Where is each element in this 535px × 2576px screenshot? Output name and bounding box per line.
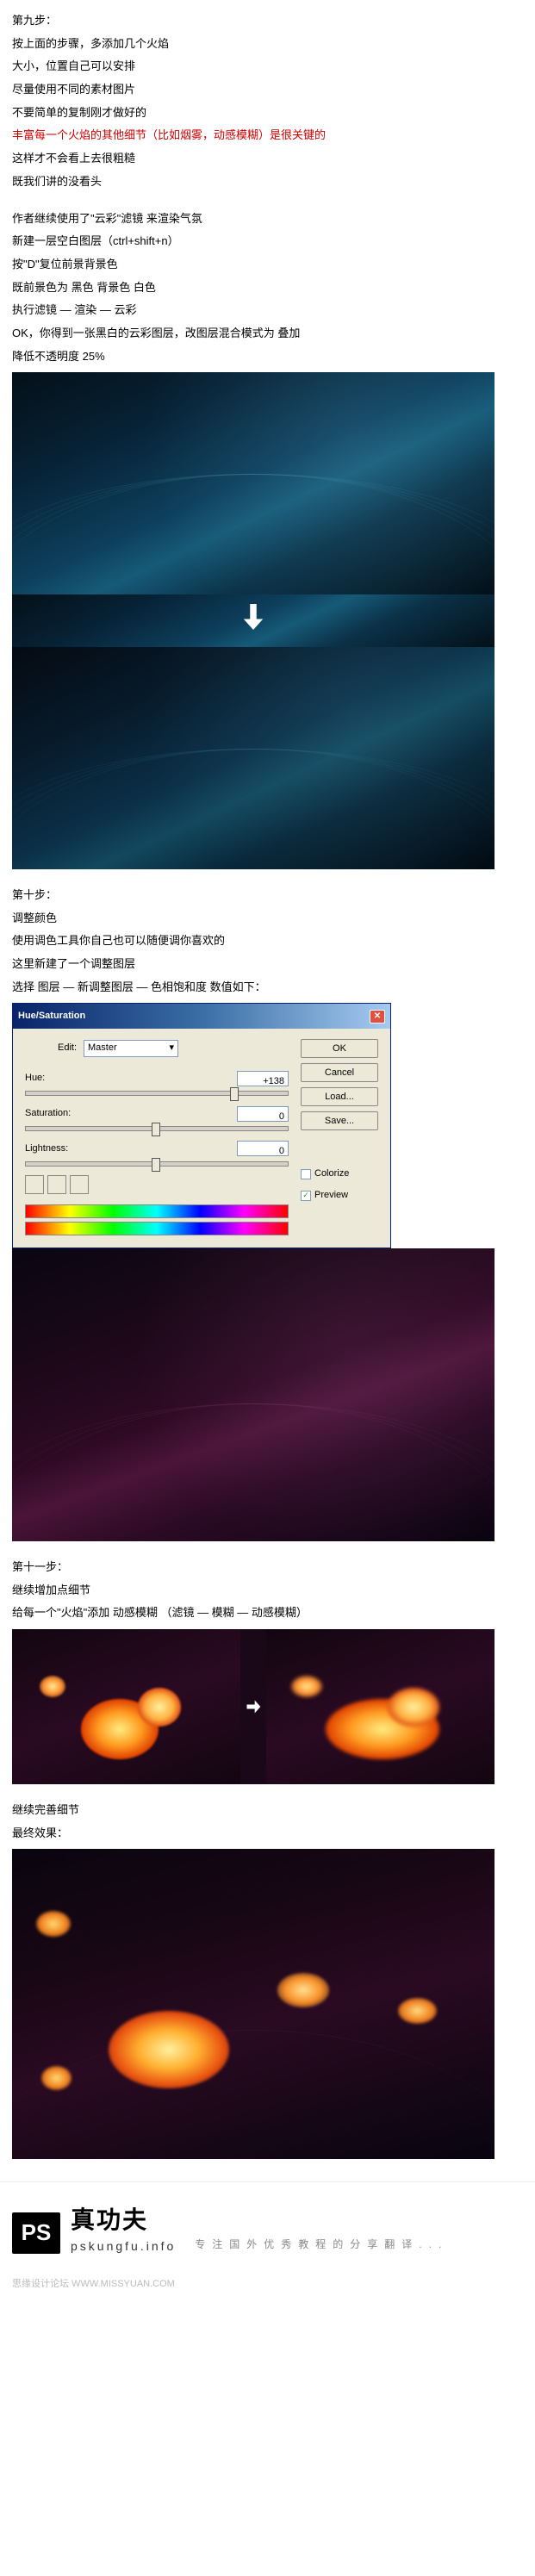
brand-slogan: 专注国外优秀教程的分享翻译... (195, 2235, 448, 2255)
hue-saturation-dialog: Hue/Saturation ✕ Edit: Master ▾ Hue: (12, 1003, 391, 1248)
step10-line: 这里新建了一个调整图层 (12, 954, 523, 975)
saturation-value-input[interactable]: 0 (237, 1106, 289, 1122)
step10-line: 调整颜色 (12, 908, 523, 930)
eyedropper-plus-icon[interactable] (47, 1175, 66, 1194)
eyedropper-minus-icon[interactable] (70, 1175, 89, 1194)
logo-icon: PS (12, 2212, 60, 2254)
lightness-slider[interactable] (25, 1161, 289, 1167)
brand-name: 真功夫 (71, 2208, 176, 2232)
step9-line: 既我们讲的没看头 (12, 171, 523, 193)
step9-para2-line: 执行滤镜 — 渲染 — 云彩 (12, 300, 523, 321)
step9-line: 这样才不会看上去很粗糙 (12, 148, 523, 170)
finish-line: 继续完善细节 (12, 1800, 523, 1821)
arrow-down-icon (12, 594, 495, 647)
step10-line: 选择 图层 — 新调整图层 — 色相饱和度 数值如下： (12, 977, 523, 999)
preview-checkbox[interactable]: ✓ (301, 1191, 311, 1201)
step9-para2-line: OK，你得到一张黑白的云彩图层，改图层混合模式为 叠加 (12, 323, 523, 345)
edit-select-value: Master (88, 1039, 117, 1057)
colorize-checkbox[interactable] (301, 1169, 311, 1179)
lightness-label: Lightness: (25, 1140, 68, 1158)
ok-button[interactable]: OK (301, 1039, 378, 1058)
step11-line: 继续增加点细节 (12, 1580, 523, 1602)
cancel-button[interactable]: Cancel (301, 1063, 378, 1082)
step11-heading: 第十一步： (12, 1557, 523, 1578)
saturation-slider[interactable] (25, 1126, 289, 1131)
hue-gradient-bar (25, 1222, 289, 1235)
step9-line: 大小，位置自己可以安排 (12, 56, 523, 78)
hue-value-input[interactable]: +138 (237, 1071, 289, 1086)
step9-para2-line: 新建一层空白图层（ctrl+shift+n） (12, 231, 523, 252)
saturation-label: Saturation: (25, 1104, 71, 1123)
clouds-before-after-image (12, 372, 523, 869)
finish-line: 最终效果： (12, 1823, 523, 1845)
motion-blur-compare-image (12, 1629, 495, 1784)
color-adjusted-result-image (12, 1248, 495, 1541)
lightness-value-input[interactable]: 0 (237, 1141, 289, 1156)
step9-line: 不要简单的复制刚才做好的 (12, 103, 523, 124)
step9-para2-line: 既前景色为 黑色 背景色 白色 (12, 277, 523, 299)
edit-select[interactable]: Master ▾ (84, 1040, 178, 1057)
hue-saturation-and-result: Hue/Saturation ✕ Edit: Master ▾ Hue: (12, 1003, 495, 1540)
step9-key-line: 丰富每一个火焰的其他细节（比如烟雾，动感模糊）是很关键的 (12, 125, 523, 146)
load-button[interactable]: Load... (301, 1087, 378, 1106)
save-button[interactable]: Save... (301, 1111, 378, 1130)
close-icon[interactable]: ✕ (370, 1010, 385, 1024)
step10-heading: 第十步： (12, 885, 523, 906)
hue-gradient-bar (25, 1204, 289, 1218)
colorize-label: Colorize (314, 1165, 349, 1183)
chevron-down-icon: ▾ (169, 1039, 174, 1057)
step11-line: 给每一个"火焰"添加 动感模糊 （滤镜 — 模糊 — 动感模糊） (12, 1602, 523, 1624)
eyedropper-icon[interactable] (25, 1175, 44, 1194)
step9-para2-line: 降低不透明度 25% (12, 346, 523, 368)
step9-para2-line: 作者继续使用了"云彩"滤镜 来渲染气氛 (12, 208, 523, 230)
step9-heading: 第九步： (12, 10, 523, 32)
step9-line: 尽量使用不同的素材图片 (12, 79, 523, 101)
brand-url: pskungfu.info (71, 2235, 176, 2258)
footer: PS 真功夫 pskungfu.info 专注国外优秀教程的分享翻译... 思缘… (0, 2181, 535, 2301)
step9-line: 按上面的步骤，多添加几个火焰 (12, 34, 523, 55)
edit-label: Edit: (25, 1039, 77, 1057)
hue-label: Hue: (25, 1069, 45, 1087)
dialog-title: Hue/Saturation (18, 1007, 85, 1025)
footer-subtext: 思缘设计论坛 WWW.MISSYUAN.COM (12, 2275, 523, 2293)
step9-para2-line: 按"D"复位前景背景色 (12, 254, 523, 276)
final-result-image (12, 1849, 495, 2159)
hue-slider[interactable] (25, 1091, 289, 1096)
step10-line: 使用调色工具你自己也可以随便调你喜欢的 (12, 930, 523, 952)
arrow-right-icon (240, 1698, 266, 1715)
preview-label: Preview (314, 1186, 348, 1204)
